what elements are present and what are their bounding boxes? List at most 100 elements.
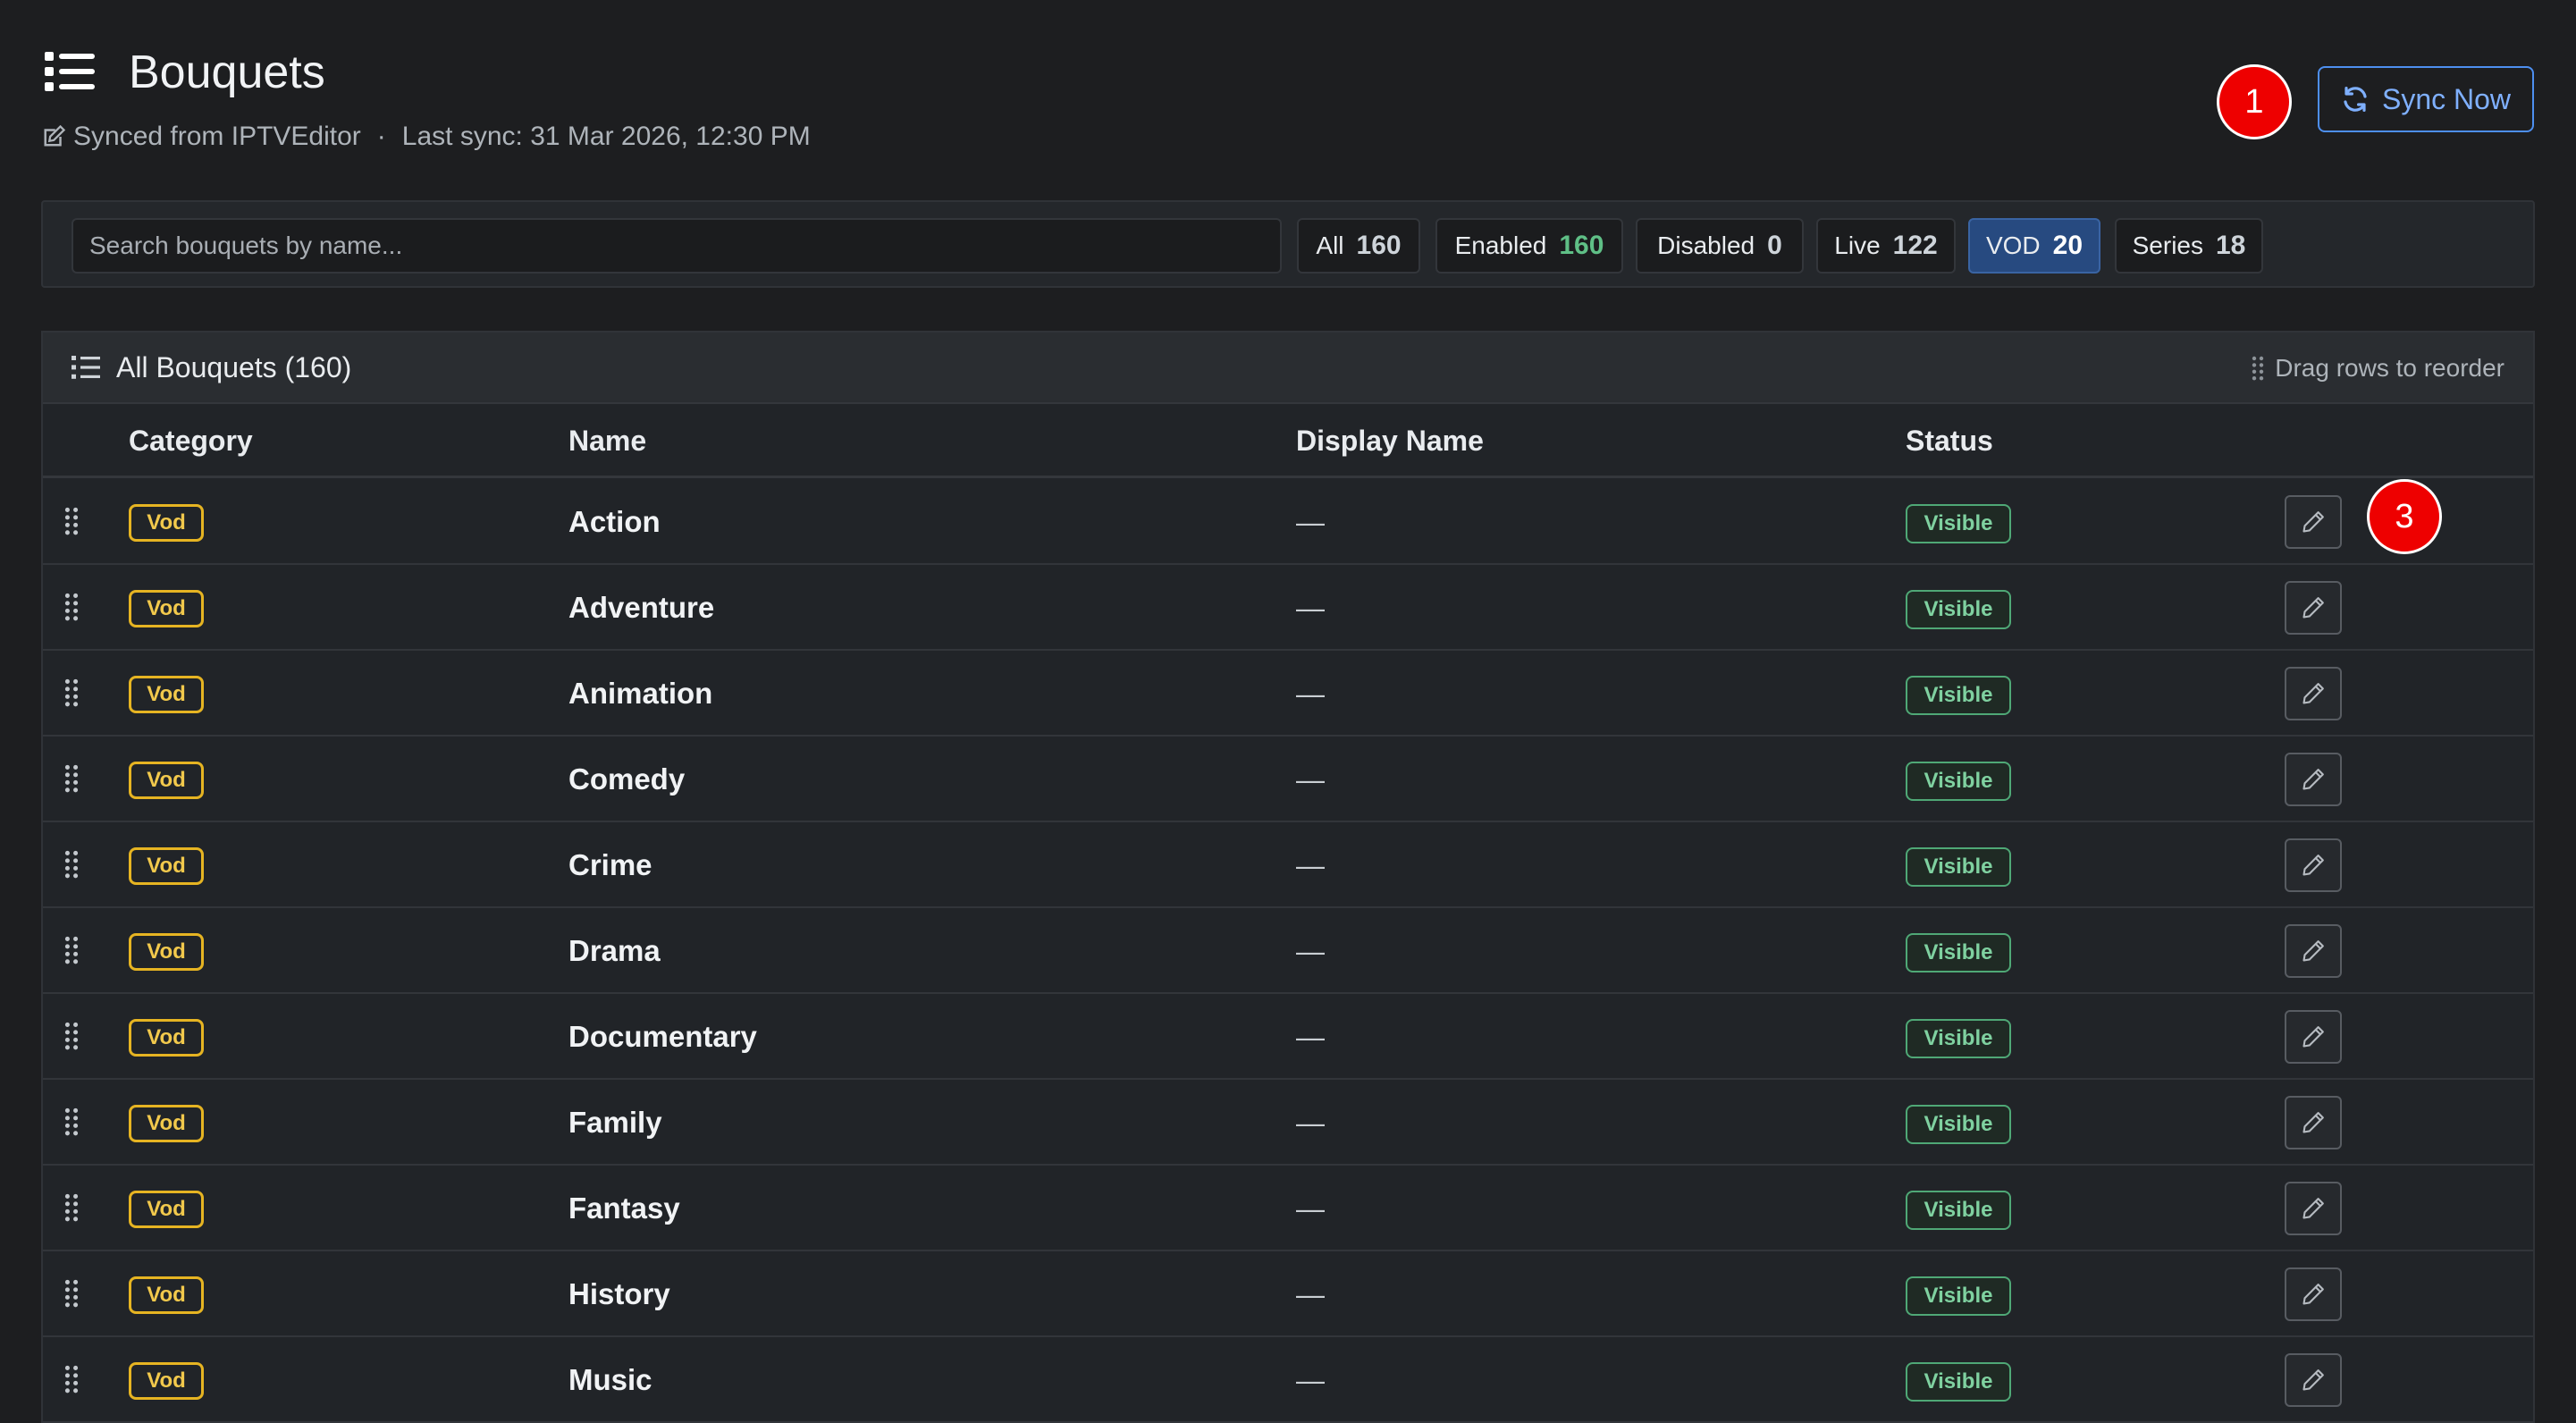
sync-now-label: Sync Now [2381, 82, 2512, 115]
table-row[interactable]: Vod Animation — Visible [43, 651, 2533, 737]
edit-button[interactable] [2285, 1010, 2342, 1064]
filter-pill-disabled[interactable]: Disabled 0 [1636, 218, 1804, 274]
sync-now-button[interactable]: Sync Now [2318, 66, 2534, 132]
annotation-marker-3: 3 [2367, 479, 2442, 554]
drag-handle-icon[interactable] [64, 506, 79, 536]
pencil-icon [2302, 1112, 2324, 1133]
drag-handle-icon[interactable] [64, 1278, 79, 1309]
edit-button[interactable] [2285, 1182, 2342, 1235]
pill-label: Series [2132, 232, 2203, 259]
column-header-category[interactable]: Category [129, 404, 253, 477]
status-badge: Visible [1906, 676, 2011, 715]
column-header-name[interactable]: Name [568, 404, 646, 477]
pencil-icon [2302, 683, 2324, 704]
category-badge: Vod [129, 590, 204, 627]
table-row[interactable]: Vod Drama — Visible [43, 908, 2533, 994]
header-divider [43, 476, 2533, 478]
pill-count: 20 [2052, 231, 2084, 260]
list-icon [45, 52, 95, 91]
bouquet-name: Action [568, 505, 661, 538]
table-row[interactable]: Vod Family — Visible [43, 1080, 2533, 1166]
pill-count: 160 [1559, 231, 1604, 260]
display-name: — [1296, 1021, 1325, 1053]
bouquet-name: Fantasy [568, 1191, 680, 1225]
edit-button[interactable] [2285, 1267, 2342, 1321]
drag-handle-icon[interactable] [64, 1021, 79, 1051]
display-name: — [1296, 1278, 1325, 1310]
drag-handle-icon[interactable] [64, 935, 79, 965]
category-badge: Vod [129, 1019, 204, 1057]
status-badge: Visible [1906, 1105, 2011, 1144]
filter-pill-all[interactable]: All 160 [1297, 218, 1420, 274]
status-badge: Visible [1906, 1191, 2011, 1230]
table-row[interactable]: Vod Music — Visible [43, 1337, 2533, 1423]
display-name: — [1296, 1364, 1325, 1396]
edit-button[interactable] [2285, 667, 2342, 720]
pill-label: Live [1834, 232, 1881, 259]
drag-handle-icon[interactable] [64, 763, 79, 794]
pencil-icon [2302, 511, 2324, 533]
bouquet-name: Documentary [568, 1020, 757, 1053]
display-name: — [1296, 1192, 1325, 1225]
search-input[interactable] [72, 218, 1282, 274]
status-badge: Visible [1906, 762, 2011, 801]
table-row[interactable]: Vod Documentary — Visible [43, 994, 2533, 1080]
drag-handle-icon[interactable] [64, 1192, 79, 1223]
reorder-hint: Drag rows to reorder [2252, 350, 2504, 386]
filter-pill-live[interactable]: Live 122 [1816, 218, 1956, 274]
status-badge: Visible [1906, 504, 2011, 543]
category-badge: Vod [129, 676, 204, 713]
category-badge: Vod [129, 504, 204, 542]
edit-button[interactable] [2285, 753, 2342, 806]
drag-handle-icon[interactable] [64, 1364, 79, 1394]
table-row[interactable]: Vod History — Visible [43, 1251, 2533, 1337]
drag-handle-icon[interactable] [64, 849, 79, 880]
edit-button[interactable] [2285, 838, 2342, 892]
pencil-icon [2302, 1284, 2324, 1305]
status-badge: Visible [1906, 1276, 2011, 1316]
category-badge: Vod [129, 847, 204, 885]
refresh-icon [2344, 87, 2367, 112]
drag-handle-icon[interactable] [64, 1107, 79, 1137]
bouquet-name: Animation [568, 677, 713, 710]
table-row[interactable]: Vod Comedy — Visible [43, 737, 2533, 822]
pencil-icon [2302, 855, 2324, 876]
page-title: Bouquets [129, 46, 325, 98]
edit-button[interactable] [2285, 1353, 2342, 1407]
category-badge: Vod [129, 1362, 204, 1400]
bouquet-name: Family [568, 1106, 662, 1139]
table-card-header: All Bouquets (160) Drag rows to reorder [43, 333, 2533, 404]
bouquet-name: Music [568, 1363, 652, 1396]
table-row[interactable]: Vod Fantasy — Visible [43, 1166, 2533, 1251]
sync-source: Synced from IPTVEditor [73, 122, 361, 151]
filter-pill-vod[interactable]: VOD 20 [1968, 218, 2100, 274]
pencil-icon [2302, 769, 2324, 790]
filter-pill-enabled[interactable]: Enabled 160 [1435, 218, 1623, 274]
category-badge: Vod [129, 1191, 204, 1228]
display-name: — [1296, 1107, 1325, 1139]
edit-button[interactable] [2285, 495, 2342, 549]
edit-button[interactable] [2285, 924, 2342, 978]
pencil-icon [2302, 1026, 2324, 1048]
drag-handle-icon[interactable] [64, 678, 79, 708]
edit-button[interactable] [2285, 581, 2342, 635]
status-badge: Visible [1906, 847, 2011, 887]
pencil-icon [2302, 597, 2324, 619]
drag-handle-icon[interactable] [64, 592, 79, 622]
pencil-icon [2302, 1369, 2324, 1391]
table-row[interactable]: Vod Adventure — Visible [43, 565, 2533, 651]
grip-icon [2252, 356, 2264, 381]
bouquet-name: Drama [568, 934, 661, 967]
display-name: — [1296, 592, 1325, 624]
column-header-display-name[interactable]: Display Name [1296, 404, 1484, 477]
filter-pill-series[interactable]: Series 18 [2115, 218, 2263, 274]
table-row[interactable]: Vod Action — Visible [43, 479, 2533, 565]
bouquet-name: History [568, 1277, 670, 1310]
pill-label: All [1316, 232, 1344, 259]
separator: · [376, 122, 386, 151]
status-badge: Visible [1906, 1019, 2011, 1058]
column-header-status[interactable]: Status [1906, 404, 1993, 477]
table-row[interactable]: Vod Crime — Visible [43, 822, 2533, 908]
bouquet-name: Adventure [568, 591, 715, 624]
edit-button[interactable] [2285, 1096, 2342, 1149]
